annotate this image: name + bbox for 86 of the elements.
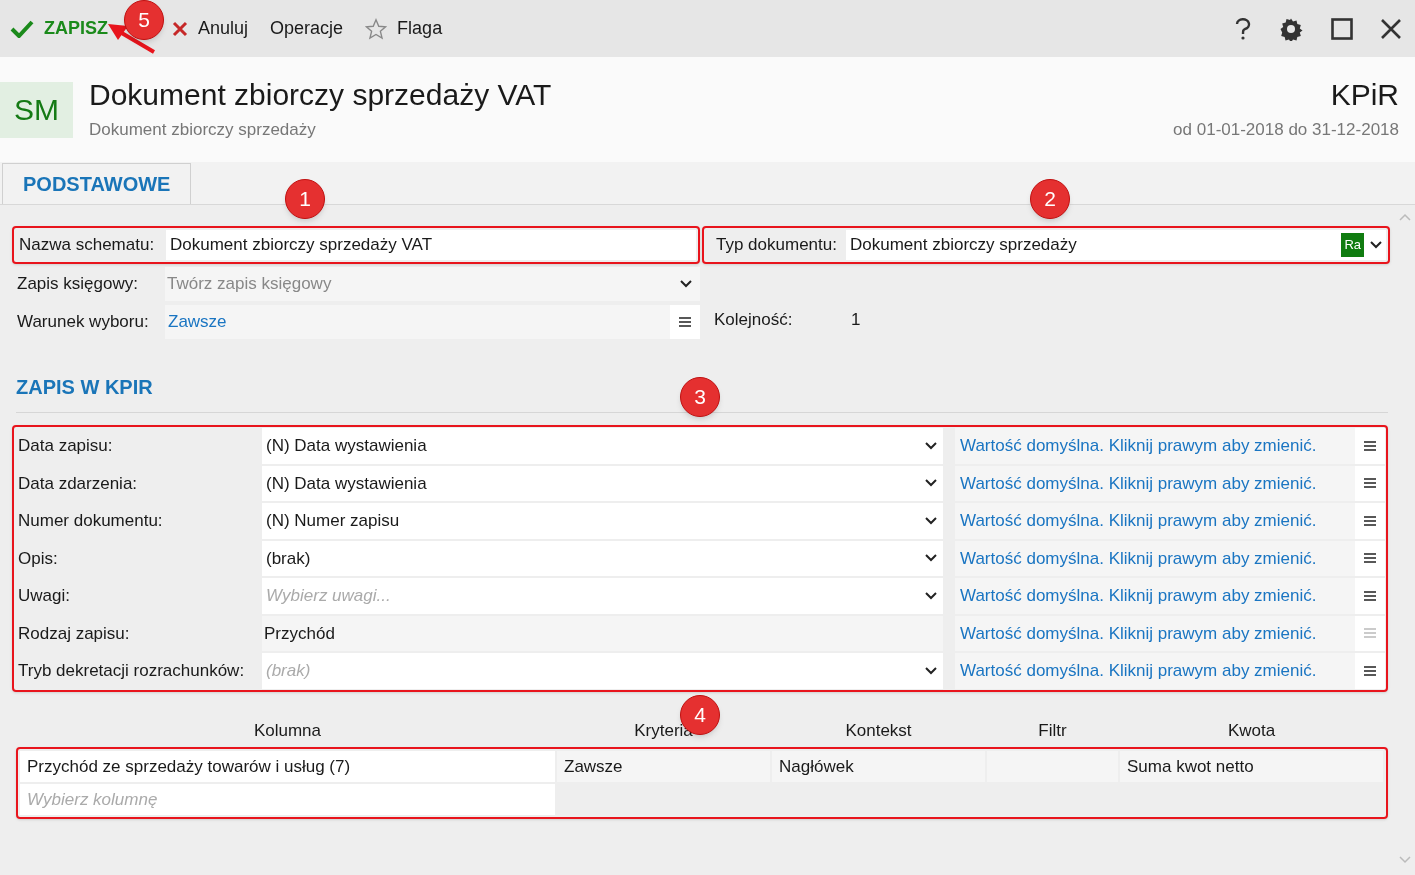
- menu-button[interactable]: [670, 305, 700, 339]
- column-header: Kolumna: [253, 719, 322, 742]
- menu-button[interactable]: [1355, 578, 1385, 614]
- field-value: 1: [851, 308, 861, 331]
- star-icon: [365, 17, 388, 40]
- dropdown-field[interactable]: Wybierz uwagi...: [262, 578, 943, 614]
- input-field[interactable]: Wybierz kolumnę: [20, 784, 555, 815]
- menu-button[interactable]: [1355, 428, 1385, 464]
- field-label: Uwagi:: [17, 585, 71, 607]
- field-label: Tryb dekretacji rozrachunków:: [17, 660, 246, 682]
- dropdown-field[interactable]: (brak): [262, 653, 943, 689]
- field-label: Zapis księgowy:: [16, 273, 139, 296]
- column-header: Kwota: [1227, 719, 1276, 742]
- menu-icon: [1364, 589, 1376, 602]
- chevron-down-icon: [925, 479, 937, 488]
- chevron-down-icon: [925, 591, 937, 600]
- menu-icon: [1364, 627, 1376, 640]
- close-icon[interactable]: [1381, 18, 1401, 39]
- column-header: Filtr: [1038, 719, 1067, 742]
- step-marker: 3: [680, 377, 720, 417]
- toolbar-button[interactable]: Operacje: [270, 15, 344, 42]
- field-label: Opis:: [17, 547, 59, 570]
- page-subtitle: Dokument zbiorczy sprzedaży: [89, 118, 317, 141]
- condition-field[interactable]: Zawsze: [165, 305, 670, 339]
- chevron-down-icon: [925, 554, 937, 563]
- field-label: Warunek wyboru:: [16, 311, 150, 334]
- menu-icon: [1364, 664, 1376, 677]
- field-label: Data zdarzenia:: [17, 472, 139, 495]
- field-label: Rodzaj zapisu:: [17, 622, 131, 645]
- save-button[interactable]: ZAPISZ: [10, 15, 108, 42]
- field-value: Przychód: [262, 615, 943, 651]
- dropdown-field[interactable]: (N) Data wystawienia: [262, 428, 943, 464]
- default-value-link[interactable]: Wartość domyślna. Kliknij prawym aby zmienić.: [955, 465, 1355, 501]
- toolbar-button[interactable]: Anuluj: [172, 15, 249, 42]
- toolbar-button[interactable]: Flaga: [365, 15, 443, 42]
- menu-button[interactable]: [1355, 653, 1385, 689]
- context-title: KPiR: [1330, 76, 1399, 113]
- menu-button[interactable]: [1355, 540, 1385, 576]
- field-label: Data zapisu:: [17, 435, 114, 457]
- help-icon[interactable]: [1235, 17, 1251, 40]
- default-value-link[interactable]: Wartość domyślna. Kliknij prawym aby zmienić.: [955, 615, 1355, 651]
- app-badge: SM: [0, 81, 73, 138]
- table-cell: Zawsze: [557, 751, 770, 782]
- dropdown-field[interactable]: (N) Numer zapisu: [262, 503, 943, 539]
- maximize-icon[interactable]: [1331, 17, 1353, 40]
- input-field[interactable]: Dokument zbiorczy sprzedaży VAT: [166, 230, 696, 260]
- menu-icon: [1364, 552, 1376, 565]
- period-text: od 01-01-2018 do 31-12-2018: [1173, 118, 1399, 141]
- dropdown-field[interactable]: (brak): [262, 540, 943, 576]
- field-label: Nazwa schematu:: [18, 234, 156, 257]
- chevron-down-icon: [925, 516, 937, 525]
- chevron-down-icon: [925, 441, 937, 450]
- default-value-link[interactable]: Wartość domyślna. Kliknij prawym aby zmienić.: [955, 540, 1355, 576]
- close-icon: [172, 20, 188, 37]
- menu-button[interactable]: [1355, 503, 1385, 539]
- step-marker: 2: [1030, 179, 1070, 219]
- check-icon: [10, 19, 34, 38]
- column-header: Kontekst: [845, 719, 912, 742]
- table-cell: Suma kwot netto: [1120, 751, 1383, 782]
- section-title: ZAPIS W KPIR: [16, 376, 153, 398]
- dropdown-field[interactable]: (N) Data wystawienia: [262, 465, 943, 501]
- settings-icon[interactable]: [1279, 16, 1303, 41]
- field-label: Typ dokumentu:: [715, 234, 838, 257]
- type-tag: Ra: [1341, 233, 1364, 257]
- default-value-link[interactable]: Wartość domyślna. Kliknij prawym aby zmienić.: [955, 428, 1355, 464]
- page-title: Dokument zbiorczy sprzedaży VAT: [89, 76, 552, 113]
- column-header: Kryteria: [634, 719, 693, 742]
- dropdown-field[interactable]: Twórz zapis księgowy: [165, 267, 700, 301]
- field-label: Kolejność:: [714, 308, 794, 331]
- chevron-down-icon: [680, 280, 692, 288]
- default-value-link[interactable]: Wartość domyślna. Kliknij prawym aby zmienić.: [955, 503, 1355, 539]
- menu-icon: [1364, 477, 1376, 490]
- table-cell: Przychód ze sprzedaży towarów i usług (7): [20, 751, 555, 782]
- menu-button[interactable]: [1355, 465, 1385, 501]
- chevron-down-icon: [925, 666, 937, 675]
- field-label: Numer dokumentu:: [17, 510, 164, 532]
- dropdown-field[interactable]: Dokument zbiorczy sprzedaży Ra: [846, 230, 1386, 260]
- chevron-down-icon: [1370, 241, 1382, 249]
- default-value-link[interactable]: Wartość domyślna. Kliknij prawym aby zmienić.: [955, 578, 1355, 614]
- menu-icon: [1364, 514, 1376, 527]
- tab[interactable]: PODSTAWOWE: [2, 163, 192, 204]
- menu-icon: [679, 316, 691, 328]
- menu-icon: [1364, 439, 1376, 452]
- step-marker: 1: [285, 179, 325, 219]
- table-cell: Nagłówek: [772, 751, 985, 782]
- default-value-link[interactable]: Wartość domyślna. Kliknij prawym aby zmienić.: [955, 653, 1355, 689]
